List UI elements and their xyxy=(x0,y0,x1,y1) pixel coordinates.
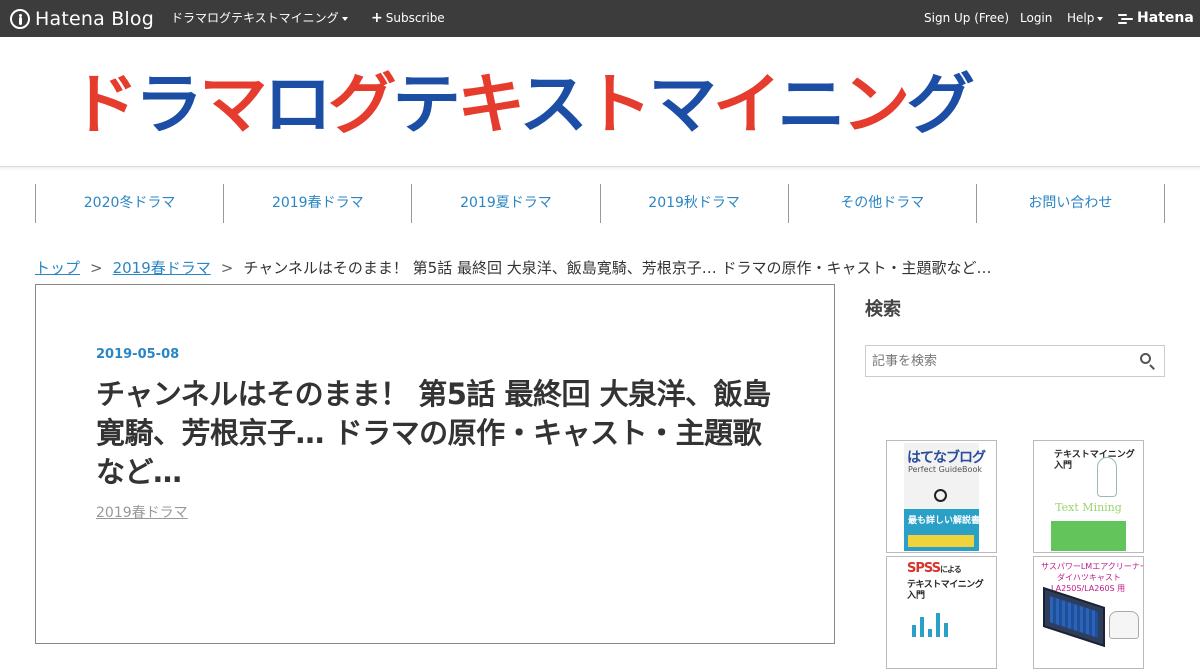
book-cover: SPSSによる テキストマイニング 入門 xyxy=(904,559,984,667)
book-title: SPSSによる xyxy=(907,561,962,576)
article-date[interactable]: 2019-05-08 xyxy=(96,347,179,362)
banner-char: テ xyxy=(392,66,461,143)
banner-char: ス xyxy=(519,66,588,143)
hatena-blog-logo[interactable]: Hatena Blog xyxy=(10,7,154,31)
banner-char: グ xyxy=(327,66,397,143)
category-nav: 2020冬ドラマ 2019春ドラマ 2019夏ドラマ 2019秋ドラマ その他ド… xyxy=(35,184,1166,223)
breadcrumb-separator: > xyxy=(220,259,234,277)
book-title-main: SPSS xyxy=(907,561,941,576)
nav-item-contact[interactable]: お問い合わせ xyxy=(975,184,1166,223)
book-band-text: 最も詳しい解説書! xyxy=(908,516,985,526)
book-title-small: による xyxy=(940,565,962,574)
subscribe-label: Subscribe xyxy=(385,11,445,25)
air-filter-image xyxy=(1043,586,1105,648)
banner-char: ド xyxy=(70,66,139,143)
banner-char: イ xyxy=(712,66,782,143)
nav-item-2020-winter[interactable]: 2020冬ドラマ xyxy=(35,184,223,223)
banner-char: マ xyxy=(648,66,717,143)
signup-link[interactable]: Sign Up (Free) xyxy=(924,0,1009,37)
product-image: サスパワーLMエアクリーナー ダイハツキャスト LA250S/LA260S 用 xyxy=(1037,559,1144,667)
hatena-blog-icon xyxy=(934,489,947,502)
article-card: 2019-05-08 チャンネルはそのまま！ 第5話 最終回 大泉洋、飯島寛騎、… xyxy=(35,284,835,644)
book-title-line3: 入門 xyxy=(907,591,926,601)
search-box xyxy=(865,345,1165,377)
banner-char: グ xyxy=(906,66,975,143)
breadcrumb-current: チャンネルはそのまま！ 第5話 最終回 大泉洋、飯島寛騎、芳根京子… ドラマの原… xyxy=(243,259,992,277)
book-title: はてなブログ xyxy=(907,450,986,466)
nav-item-2019-summer[interactable]: 2019夏ドラマ xyxy=(411,184,599,223)
banner-char: ラ xyxy=(134,66,203,143)
search-input[interactable] xyxy=(866,346,1131,376)
login-link[interactable]: Login xyxy=(1020,0,1052,37)
product-title-line2: ダイハツキャスト xyxy=(1057,573,1121,582)
book-band-stripe xyxy=(908,535,974,547)
blog-menu-label: ドラマログテキストマイニング xyxy=(171,11,339,25)
banner-char: ロ xyxy=(263,66,332,143)
help-dropdown[interactable]: Help xyxy=(1067,0,1104,37)
banner-char: マ xyxy=(198,66,268,143)
product-title: サスパワーLMエアクリーナー xyxy=(1041,562,1144,571)
illustration-figure xyxy=(1097,457,1117,497)
blog-menu-dropdown[interactable]: ドラマログテキストマイニング xyxy=(171,0,348,37)
book-ad-hatena-blog-guide[interactable]: はてなブログ Perfect GuideBook 最も詳しい解説書! xyxy=(886,440,997,553)
hatena-icon xyxy=(1118,12,1134,24)
blog-header: ドラマログテキストマイニング xyxy=(0,37,1200,167)
book-ad-air-cleaner[interactable]: サスパワーLMエアクリーナー ダイハツキャスト LA250S/LA260S 用 xyxy=(1033,556,1144,669)
breadcrumb-separator: > xyxy=(90,259,103,277)
help-label: Help xyxy=(1067,11,1095,25)
breadcrumb-category-link[interactable]: 2019春ドラマ xyxy=(113,259,211,277)
breadcrumb: トップ >2019春ドラマ > チャンネルはそのまま！ 第5話 最終回 大泉洋、飯島寛… xyxy=(35,258,992,278)
book-ad-text-mining-intro[interactable]: テキストマイニング 入門 Text Mining xyxy=(1033,440,1144,553)
banner-char: ン xyxy=(841,66,911,143)
hatena-label: Hatena xyxy=(1137,10,1194,26)
banner-char: キ xyxy=(456,66,524,143)
banner-char: ニ xyxy=(777,66,846,143)
banner-char: ト xyxy=(583,66,653,143)
nav-item-other[interactable]: その他ドラマ xyxy=(787,184,976,223)
book-cover: はてなブログ Perfect GuideBook 最も詳しい解説書! xyxy=(904,443,986,551)
chevron-down-icon xyxy=(1097,16,1104,21)
breadcrumb-top-link[interactable]: トップ xyxy=(35,259,80,277)
hatena-link[interactable]: Hatena xyxy=(1118,0,1194,37)
blog-title-banner[interactable]: ドラマログテキストマイニング xyxy=(70,65,1172,145)
nav-item-2019-spring[interactable]: 2019春ドラマ xyxy=(223,184,411,223)
article-title[interactable]: チャンネルはそのまま！ 第5話 最終回 大泉洋、飯島寛騎、芳根京子… ドラマの原… xyxy=(96,375,776,492)
book-subtitle: Perfect GuideBook xyxy=(908,465,982,474)
book-band xyxy=(1051,521,1126,551)
book-cover: テキストマイニング 入門 Text Mining xyxy=(1051,443,1135,551)
article-category-link[interactable]: 2019春ドラマ xyxy=(96,502,188,522)
hatena-blog-icon xyxy=(10,9,30,29)
subscribe-button[interactable]: + Subscribe xyxy=(371,0,445,37)
book-title-line2: 入門 xyxy=(1054,461,1073,471)
book-subtitle: Text Mining xyxy=(1055,501,1122,514)
search-module-title: 検索 xyxy=(865,299,901,320)
hatena-blog-brand: Hatena Blog xyxy=(35,8,154,30)
hatena-top-bar: Hatena Blog ドラマログテキストマイニング + Subscribe Si… xyxy=(0,0,1200,37)
nav-item-2019-autumn[interactable]: 2019秋ドラマ xyxy=(599,184,788,223)
illustration-bars xyxy=(908,607,974,637)
chevron-down-icon xyxy=(341,16,348,21)
search-icon[interactable] xyxy=(1140,353,1155,370)
book-ad-spss-text-mining[interactable]: SPSSによる テキストマイニング 入門 xyxy=(886,556,997,669)
car-image xyxy=(1109,611,1139,639)
plus-icon: + xyxy=(371,10,383,26)
